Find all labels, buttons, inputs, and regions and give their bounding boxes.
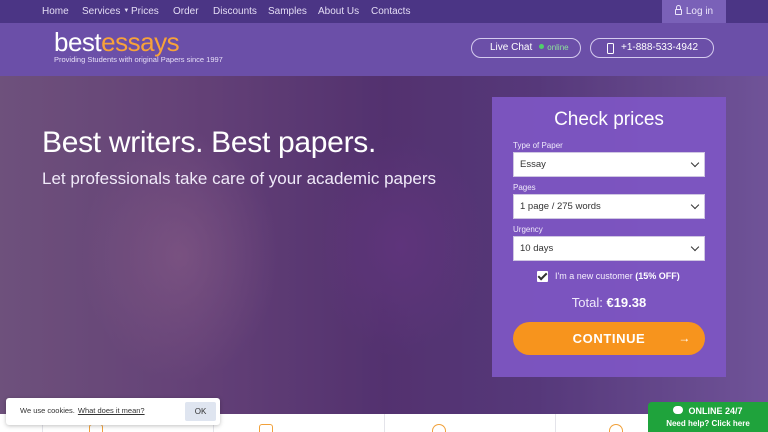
total-label: Total: xyxy=(571,295,603,310)
nav-item-prices[interactable]: Prices xyxy=(131,0,159,23)
cookie-text: We use cookies. What does it mean? xyxy=(20,406,145,415)
online-status: online xyxy=(547,43,569,52)
pages-select[interactable]: 1 page / 275 words xyxy=(513,194,705,219)
online-help-title: ONLINE 24/7 xyxy=(688,406,743,416)
continue-button[interactable]: CONTINUE → xyxy=(513,322,705,355)
pages-value: 1 page / 275 words xyxy=(520,201,601,212)
login-button[interactable]: Log in xyxy=(662,0,726,23)
nav-item-contacts[interactable]: Contacts xyxy=(371,0,410,23)
nav-item-discounts[interactable]: Discounts xyxy=(213,0,257,23)
urgency-label: Urgency xyxy=(513,225,543,234)
type-of-paper-value: Essay xyxy=(520,159,546,170)
new-customer-row: I'm a new customer (15% OFF) xyxy=(537,271,680,283)
nav-item-home[interactable]: Home xyxy=(42,0,69,23)
phone-button[interactable]: +1-888-533-4942 xyxy=(590,38,714,58)
nav-item-about-us[interactable]: About Us xyxy=(318,0,359,23)
nav-item-services-label: Services xyxy=(82,6,121,17)
feature-card xyxy=(384,414,555,432)
pages-label: Pages xyxy=(513,183,536,192)
live-chat-label: Live Chat xyxy=(490,42,533,53)
online-help-widget[interactable]: ONLINE 24/7 Need help? Click here xyxy=(648,402,768,432)
total-price: Total: €19.38 xyxy=(492,295,726,310)
total-value: €19.38 xyxy=(606,295,647,310)
online-help-subtitle: Need help? Click here xyxy=(666,419,750,428)
online-dot-icon xyxy=(539,44,545,49)
logo[interactable]: bestessays xyxy=(54,27,180,57)
feature-icon xyxy=(259,424,273,432)
cookie-banner: We use cookies. What does it mean? OK xyxy=(6,398,220,425)
online-help-title-row: ONLINE 24/7 xyxy=(648,406,768,416)
cookie-ok-button[interactable]: OK xyxy=(185,402,216,421)
feature-icon xyxy=(609,424,623,432)
new-customer-label: I'm a new customer xyxy=(555,271,633,281)
chat-bubble-icon xyxy=(673,406,684,414)
urgency-select[interactable]: 10 days xyxy=(513,236,705,261)
chevron-down-icon xyxy=(690,200,700,210)
caret-down-icon: ▼ xyxy=(123,8,130,14)
live-chat-button[interactable]: Live Chat online xyxy=(471,38,581,58)
cookie-info-link[interactable]: What does it mean? xyxy=(78,406,145,415)
chevron-down-icon xyxy=(690,158,700,168)
form-title: Check prices xyxy=(554,109,664,130)
feature-card xyxy=(213,414,384,432)
login-label: Log in xyxy=(685,6,714,17)
hero-headline: Best writers. Best papers. xyxy=(42,126,376,159)
arrow-right-icon: → xyxy=(678,331,691,345)
hero-subline: Let professionals take care of your acad… xyxy=(42,169,437,188)
feature-icon xyxy=(89,424,103,432)
chevron-down-icon xyxy=(690,242,700,252)
feature-icon xyxy=(432,424,446,432)
cookie-message: We use cookies. xyxy=(20,406,75,415)
type-of-paper-select[interactable]: Essay xyxy=(513,152,705,177)
site-header: bestessays Providing Students with origi… xyxy=(0,23,768,76)
top-nav: Home Services ▼ Prices Order Discounts Sa… xyxy=(0,0,768,23)
phone-number: +1-888-533-4942 xyxy=(621,42,699,53)
phone-icon xyxy=(607,43,614,54)
new-customer-checkbox[interactable] xyxy=(537,271,548,283)
nav-item-samples[interactable]: Samples xyxy=(268,0,307,23)
continue-label: CONTINUE xyxy=(572,331,646,346)
discount-label: (15% OFF) xyxy=(635,271,680,281)
tagline: Providing Students with original Papers … xyxy=(54,55,223,64)
logo-part-best: best xyxy=(54,27,102,57)
urgency-value: 10 days xyxy=(520,243,554,254)
type-of-paper-label: Type of Paper xyxy=(513,141,563,150)
feature-card xyxy=(555,414,648,432)
logo-part-essays: essays xyxy=(101,27,180,57)
nav-item-order[interactable]: Order xyxy=(173,0,199,23)
nav-item-services[interactable]: Services ▼ xyxy=(82,0,129,23)
lock-icon xyxy=(674,5,682,15)
